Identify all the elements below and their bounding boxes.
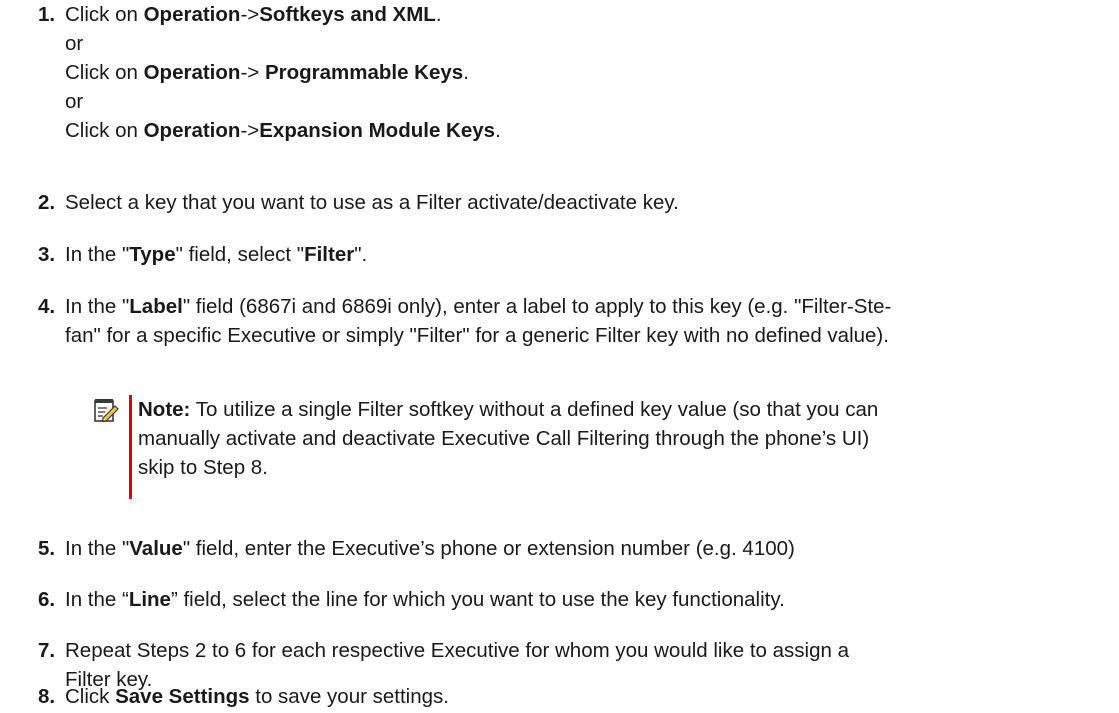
step-line: or	[65, 90, 84, 113]
step-text: Select a key that you want to use as a F…	[65, 188, 1105, 217]
step-line: In the "Type" field, select "Filter".	[65, 243, 368, 266]
step-number: 6.	[38, 588, 56, 611]
step-text: Click on Operation->Softkeys and XML. or…	[65, 0, 1105, 145]
step-line: Click on Operation->Softkeys and XML.	[65, 3, 442, 26]
step-number: 3.	[38, 243, 56, 266]
step-number: 1.	[38, 3, 56, 26]
note-line: skip to Step 8.	[138, 456, 268, 479]
note-callout: Note: To utilize a single Filter softkey…	[93, 395, 1103, 499]
step-text: In the "Value" field, enter the Executiv…	[65, 534, 1105, 563]
step-line: Click on Operation->Expansion Module Key…	[65, 119, 501, 142]
step-line: or	[65, 32, 84, 55]
step-text: In the "Label" field (6867i and 6869i on…	[65, 292, 1105, 350]
note-text: Note: To utilize a single Filter softkey…	[138, 395, 1103, 482]
step-line: Click on Operation-> Programmable Keys.	[65, 61, 469, 84]
step-text: In the "Type" field, select "Filter".	[65, 240, 1105, 269]
step-number: 8.	[38, 685, 56, 708]
note-line: manually activate and deactivate Executi…	[138, 427, 870, 450]
note-pencil-icon	[94, 399, 119, 423]
step-line: In the "Value" field, enter the Executiv…	[65, 537, 795, 560]
document-page: 1. Click on Operation->Softkeys and XML.…	[0, 0, 1119, 713]
step-line: Select a key that you want to use as a F…	[65, 191, 679, 214]
step-number: 5.	[38, 537, 56, 560]
step-line: In the "Label" field (6867i and 6869i on…	[65, 295, 892, 318]
step-line: fan" for a specific Executive or simply …	[65, 324, 889, 347]
step-line: Click Save Settings to save your setting…	[65, 685, 449, 708]
step-number: 2.	[38, 191, 56, 214]
step-text: Click Save Settings to save your setting…	[65, 682, 1105, 711]
step-line: Repeat Steps 2 to 6 for each respective …	[65, 639, 849, 662]
step-text: In the “Line” field, select the line for…	[65, 585, 1105, 614]
step-number: 4.	[38, 295, 56, 318]
step-line: In the “Line” field, select the line for…	[65, 588, 785, 611]
note-line: Note: To utilize a single Filter softkey…	[138, 398, 879, 421]
step-number: 7.	[38, 639, 56, 662]
note-accent-bar	[129, 395, 132, 499]
